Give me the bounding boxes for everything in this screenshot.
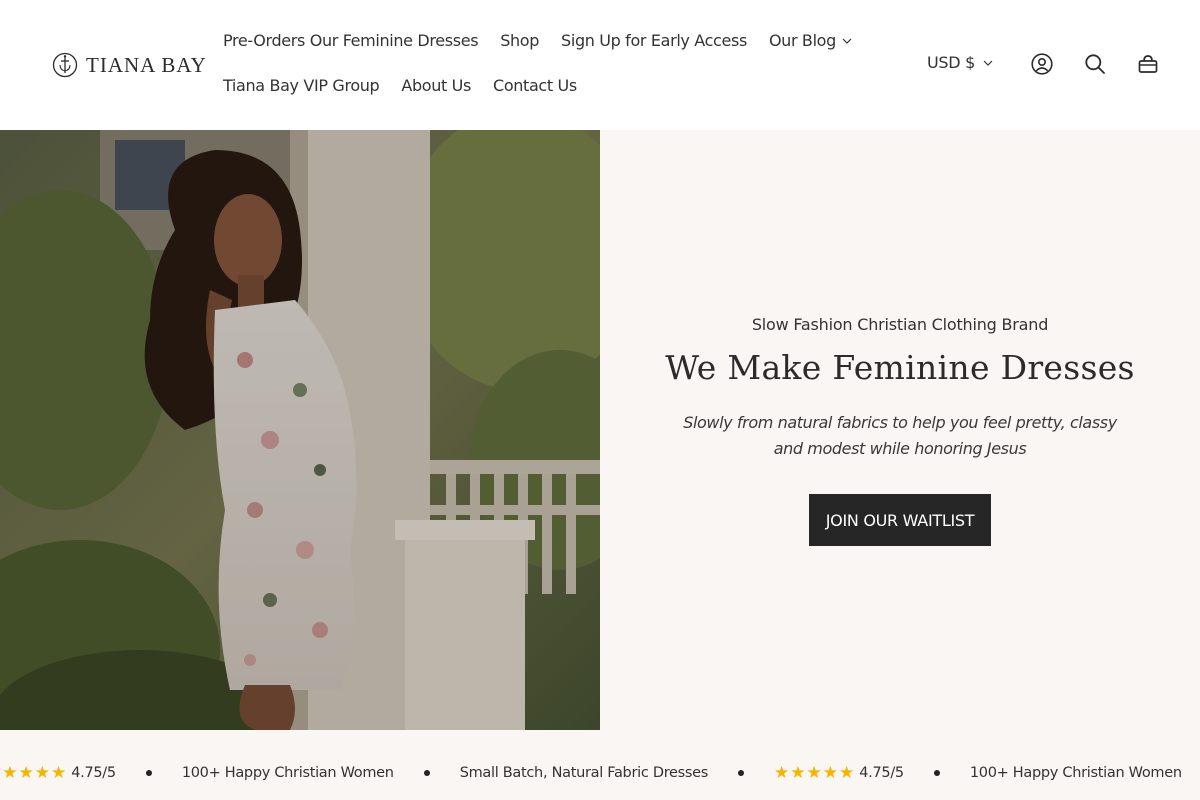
nav-item-early-access[interactable]: Sign Up for Early Access bbox=[561, 31, 747, 50]
marquee-track: ★★★★★ 4.75/5 100+ Happy Christian Women … bbox=[0, 763, 1200, 783]
main-nav-row-1: Pre-Orders Our Feminine Dresses Shop Sig… bbox=[223, 31, 852, 50]
marquee-fabric: Small Batch, Natural Fabric Dresses bbox=[459, 765, 709, 781]
cart-icon[interactable] bbox=[1137, 53, 1159, 75]
trust-marquee: ★★★★★ 4.75/5 100+ Happy Christian Women … bbox=[0, 730, 1200, 800]
currency-label: USD $ bbox=[927, 53, 975, 72]
marquee-rating-text: 4.75/5 bbox=[71, 765, 116, 781]
five-stars-icon: ★★★★★ bbox=[0, 763, 68, 783]
main-nav-row-2: Tiana Bay VIP Group About Us Contact Us bbox=[223, 76, 577, 95]
site-header: TIANA BAY Pre-Orders Our Feminine Dresse… bbox=[0, 0, 1200, 130]
separator-dot bbox=[423, 770, 430, 776]
marquee-happy-customers: 100+ Happy Christian Women bbox=[969, 765, 1182, 781]
marquee-rating: ★★★★★ 4.75/5 bbox=[774, 763, 904, 783]
five-stars-icon: ★★★★★ bbox=[774, 763, 856, 783]
marquee-happy-customers: 100+ Happy Christian Women bbox=[181, 765, 394, 781]
nav-item-our-blog[interactable]: Our Blog bbox=[769, 31, 852, 50]
marquee-rating: ★★★★★ 4.75/5 bbox=[0, 763, 116, 783]
currency-selector[interactable]: USD $ bbox=[927, 53, 993, 72]
hero-description: Slowly from natural fabrics to help you … bbox=[683, 413, 1117, 458]
nav-item-about-us[interactable]: About Us bbox=[401, 76, 471, 95]
separator-dot bbox=[145, 770, 152, 776]
marquee-rating-text: 4.75/5 bbox=[859, 765, 904, 781]
nav-item-vip-group[interactable]: Tiana Bay VIP Group bbox=[223, 76, 380, 95]
nav-item-shop[interactable]: Shop bbox=[500, 31, 539, 50]
hero-text-panel: Slow Fashion Christian Clothing Brand We… bbox=[600, 130, 1200, 730]
hero-image bbox=[0, 130, 600, 730]
join-waitlist-button[interactable]: JOIN OUR WAITLIST bbox=[809, 494, 991, 546]
nav-item-contact-us[interactable]: Contact Us bbox=[493, 76, 577, 95]
brand-name: TIANA BAY bbox=[86, 52, 207, 77]
hero-photo-woman-in-floral-dress bbox=[0, 130, 600, 730]
account-icon[interactable] bbox=[1031, 53, 1053, 75]
separator-dot bbox=[738, 770, 745, 776]
nav-item-our-blog-label: Our Blog bbox=[768, 31, 836, 50]
chevron-down-icon bbox=[842, 38, 852, 44]
chevron-down-icon bbox=[983, 60, 993, 66]
search-icon[interactable] bbox=[1084, 53, 1106, 75]
logo-emblem-icon bbox=[52, 52, 78, 78]
hero-subheading: Slow Fashion Christian Clothing Brand bbox=[751, 315, 1049, 334]
hero-title: We Make Feminine Dresses bbox=[665, 348, 1135, 387]
brand-logo[interactable]: TIANA BAY bbox=[52, 52, 207, 78]
separator-dot bbox=[933, 770, 940, 776]
nav-item-pre-orders[interactable]: Pre-Orders Our Feminine Dresses bbox=[223, 31, 479, 50]
